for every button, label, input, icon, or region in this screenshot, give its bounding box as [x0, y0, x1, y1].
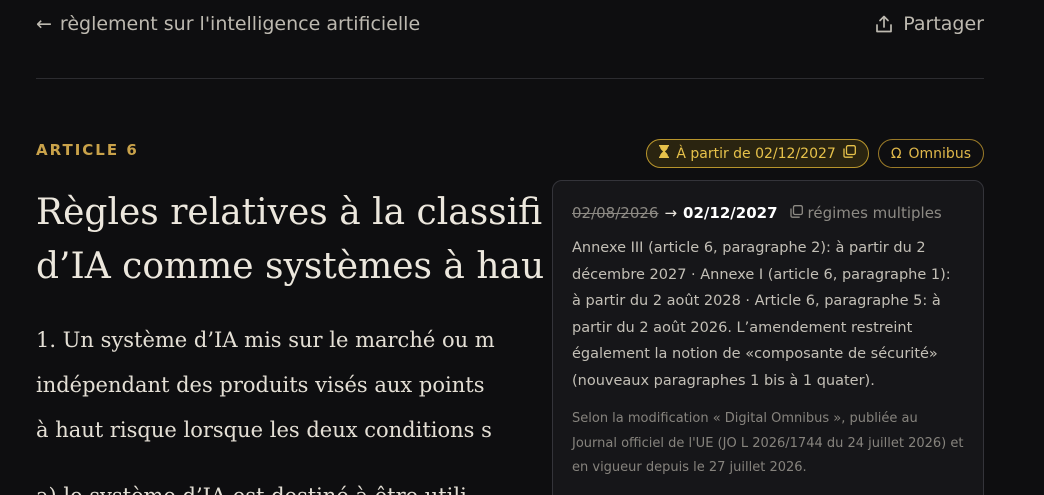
tooltip-source: Selon la modification « Digital Omnibus …	[572, 411, 964, 475]
badge-group: À partir de 02/12/2027 Ω Omnibus	[646, 139, 984, 168]
article-number: ARTICLE 6	[36, 141, 139, 159]
omega-icon: Ω	[890, 145, 902, 162]
back-link-label: règlement sur l'intelligence artificiell…	[59, 13, 421, 35]
top-bar: ← règlement sur l'intelligence artificie…	[36, 0, 984, 79]
effective-date-label: À partir de 02/12/2027	[676, 145, 836, 162]
regimes-label: régimes multiples	[807, 204, 942, 222]
paragraph-line: 1. Un système d’IA mis sur le marché ou …	[36, 328, 495, 352]
paragraph-line: indépendant des produits visés aux point…	[36, 373, 485, 397]
back-link[interactable]: ← règlement sur l'intelligence artificie…	[36, 13, 420, 35]
date-tooltip: 02/08/2026 → 02/12/2027 régimes multiple…	[552, 180, 984, 495]
arrow-left-icon: ←	[36, 13, 52, 35]
omnibus-badge[interactable]: Ω Omnibus	[877, 139, 984, 168]
article-point-a: a) le système d’IA est destiné à être ut…	[36, 474, 467, 495]
share-button-label: Partager	[903, 13, 984, 35]
old-date: 02/08/2026	[572, 204, 659, 222]
copy-icon	[843, 145, 856, 162]
tooltip-body: Annexe III (article 6, paragraphe 2): à …	[572, 240, 951, 389]
share-button[interactable]: Partager	[875, 13, 984, 35]
arrow-right-icon: →	[664, 204, 678, 222]
omnibus-label: Omnibus	[908, 145, 971, 162]
hourglass-icon	[659, 145, 670, 162]
tooltip-header: 02/08/2026 → 02/12/2027 régimes multiple…	[572, 201, 964, 225]
article-paragraph: 1. Un système d’IA mis sur le marché ou …	[36, 318, 495, 453]
share-icon	[875, 15, 893, 34]
regimes-indicator: régimes multiples	[789, 201, 942, 225]
new-date: 02/12/2027	[683, 204, 778, 222]
effective-date-badge[interactable]: À partir de 02/12/2027	[646, 139, 869, 168]
copy-icon	[789, 201, 803, 225]
paragraph-line: à haut risque lorsque les deux condition…	[36, 418, 492, 442]
page: ← règlement sur l'intelligence artificie…	[0, 0, 1044, 495]
